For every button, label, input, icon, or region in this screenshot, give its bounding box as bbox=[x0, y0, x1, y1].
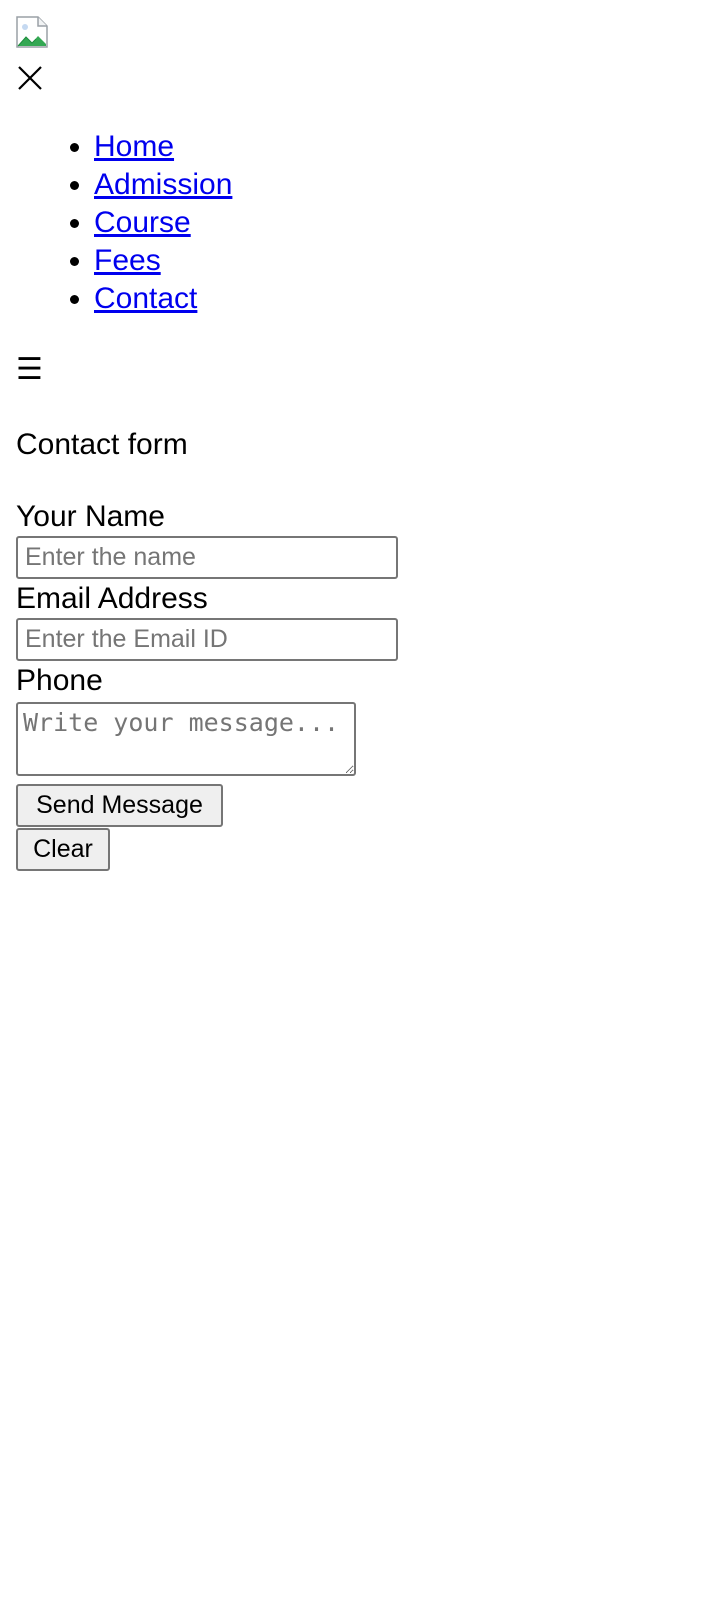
nav-item-admission: Admission bbox=[94, 166, 232, 204]
name-input[interactable] bbox=[16, 536, 398, 579]
nav-item-home: Home bbox=[94, 128, 232, 166]
phone-label: Phone bbox=[16, 664, 103, 697]
nav-link-course[interactable]: Course bbox=[94, 206, 191, 239]
nav-menu: Home Admission Course Fees Contact bbox=[54, 128, 232, 318]
clear-button[interactable]: Clear bbox=[16, 828, 110, 871]
email-input[interactable] bbox=[16, 618, 398, 661]
nav-link-home[interactable]: Home bbox=[94, 130, 174, 163]
page: Home Admission Course Fees Contact ☰ Con… bbox=[0, 0, 720, 1600]
send-message-button[interactable]: Send Message bbox=[16, 784, 223, 827]
email-label: Email Address bbox=[16, 582, 208, 615]
nav-link-contact[interactable]: Contact bbox=[94, 282, 197, 315]
hamburger-menu-icon[interactable]: ☰ bbox=[16, 355, 43, 385]
nav-link-admission[interactable]: Admission bbox=[94, 168, 232, 201]
name-label: Your Name bbox=[16, 500, 165, 533]
close-icon[interactable] bbox=[16, 64, 44, 92]
form-title: Contact form bbox=[16, 428, 188, 461]
nav-item-contact: Contact bbox=[94, 280, 232, 318]
message-textarea[interactable] bbox=[16, 702, 356, 776]
nav-item-course: Course bbox=[94, 204, 232, 242]
nav-link-fees[interactable]: Fees bbox=[94, 244, 161, 277]
nav-item-fees: Fees bbox=[94, 242, 232, 280]
broken-image-icon bbox=[16, 16, 48, 48]
